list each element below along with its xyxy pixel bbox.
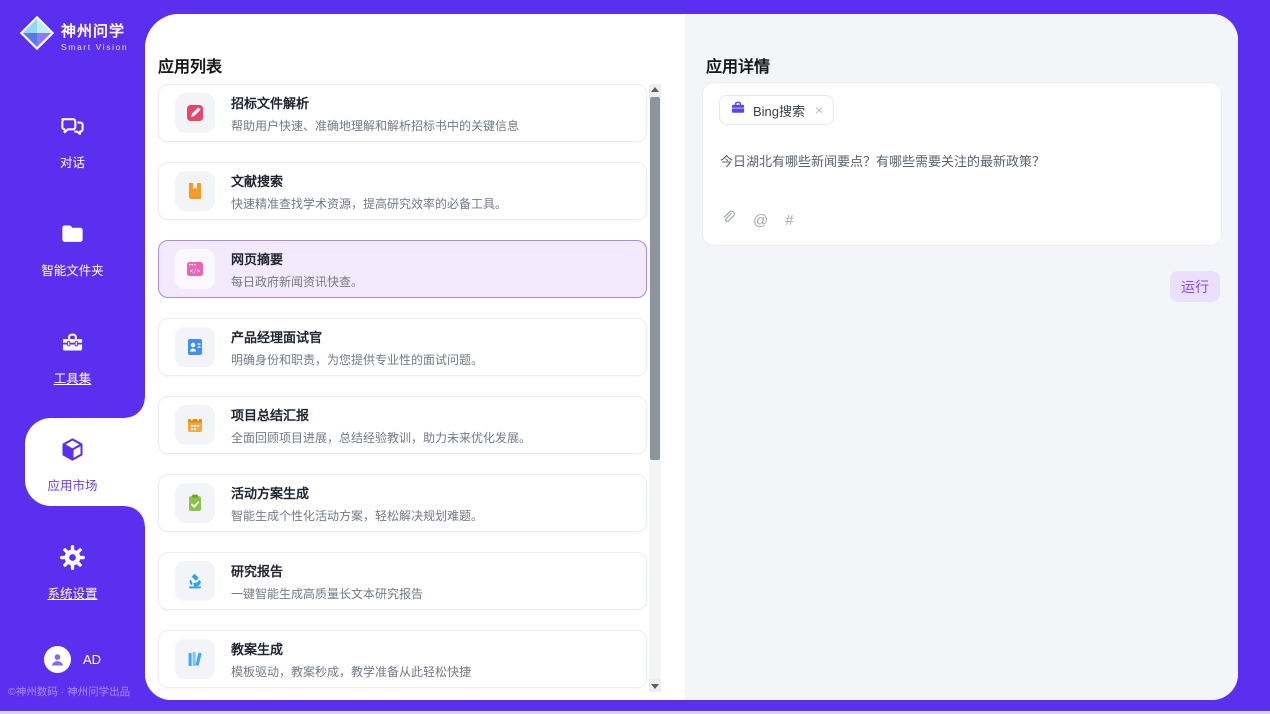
app-card-tender-parse[interactable]: 招标文件解析 帮助用户快速、准确地理解和解析招标书中的关键信息	[158, 84, 647, 142]
scrollbar-thumb[interactable]	[650, 97, 660, 460]
app-card-name: 网页摘要	[231, 249, 363, 268]
tender-edit-icon	[175, 93, 215, 133]
query-input[interactable]: 今日湖北有哪些新闻要点？有哪些需要关注的最新政策？	[720, 151, 1202, 170]
clipboard-check-icon	[175, 483, 215, 523]
app-card-desc: 每日政府新闻资讯快查。	[231, 273, 363, 290]
sidebar-item-toolset[interactable]: 工具集	[0, 329, 145, 387]
app-card-desc: 帮助用户快速、准确地理解和解析招标书中的关键信息	[231, 117, 519, 134]
brand-logo-icon	[19, 15, 55, 56]
prompt-editor-card: Bing搜索 × 今日湖北有哪些新闻要点？有哪些需要关注的最新政策？ @ #	[702, 82, 1222, 246]
avatar	[44, 646, 71, 673]
scrollbar-up-button[interactable]	[649, 84, 661, 97]
brand-subtitle: Smart Vision	[61, 42, 128, 52]
app-card-name: 招标文件解析	[231, 93, 519, 112]
app-card-name: 项目总结汇报	[231, 405, 531, 424]
app-card-desc: 明确身份和职责，为您提供专业性的面试问题。	[231, 351, 483, 368]
briefcase-icon	[730, 100, 746, 121]
brand-logo: 神州问学 Smart Vision	[19, 15, 128, 56]
sidebar-item-settings-label: 系统设置	[47, 583, 97, 602]
run-button[interactable]: 运行	[1170, 271, 1220, 302]
app-card-desc: 模板驱动，教案秒成，教学准备从此轻松快捷	[231, 663, 471, 680]
book-icon	[175, 171, 215, 211]
main-content: 应用列表 招标文件解析 帮助用户快速、准确地理解和解析招标书中的关键信息	[145, 14, 1238, 700]
hash-icon[interactable]: #	[785, 212, 793, 229]
app-card-desc: 一键智能生成高质量长文本研究报告	[231, 585, 423, 602]
books-icon	[175, 639, 215, 679]
app-card-literature-search[interactable]: 文献搜索 快速精准查找学术资源，提高研究效率的必备工具。	[158, 162, 647, 220]
app-card-desc: 快速精准查找学术资源，提高研究效率的必备工具。	[231, 195, 507, 212]
sidebar-item-app-market[interactable]: 应用市场	[0, 436, 145, 494]
app-card-web-summary[interactable]: </> 网页摘要 每日政府新闻资讯快查。	[158, 240, 647, 298]
app-card-desc: 智能生成个性化活动方案，轻松解决规划难题。	[231, 507, 483, 524]
app-card-project-summary[interactable]: 项目总结汇报 全面回顾项目进展，总结经验教训，助力未来优化发展。	[158, 396, 647, 454]
sidebar-item-app-market-label: 应用市场	[47, 475, 97, 494]
toolbox-icon	[59, 329, 86, 361]
app-card-event-plan[interactable]: 活动方案生成 智能生成个性化活动方案，轻松解决规划难题。	[158, 474, 647, 532]
tool-tag-bing-search: Bing搜索 ×	[719, 95, 834, 125]
app-card-desc: 全面回顾项目进展，总结经验教训，助力未来优化发展。	[231, 429, 531, 446]
app-card-name: 产品经理面试官	[231, 327, 483, 346]
attachment-icon[interactable]	[720, 209, 736, 231]
sidebar-item-toolset-label: 工具集	[54, 368, 92, 387]
editor-toolbar: @ #	[720, 209, 794, 231]
user-account[interactable]: AD	[0, 646, 145, 673]
calendar-icon	[175, 405, 215, 445]
sidebar-item-chat-label: 对话	[60, 152, 85, 171]
sidebar-item-smart-folder-label: 智能文件夹	[41, 260, 104, 279]
tag-close-icon[interactable]: ×	[815, 103, 823, 117]
sidebar-item-smart-folder[interactable]: 智能文件夹	[0, 221, 145, 279]
app-card-name: 研究报告	[231, 561, 423, 580]
app-card-name: 教案生成	[231, 639, 471, 658]
app-list-panel: 应用列表 招标文件解析 帮助用户快速、准确地理解和解析招标书中的关键信息	[145, 14, 685, 700]
person-doc-icon	[175, 327, 215, 367]
scrollbar-down-button[interactable]	[649, 679, 661, 692]
app-card-lesson-plan[interactable]: 教案生成 模板驱动，教案秒成，教学准备从此轻松快捷	[158, 630, 647, 688]
app-detail-panel: 应用详情 Bing搜索 × 今日湖北有哪些新闻要点？有哪些需要关注的最新政策？	[685, 14, 1238, 700]
svg-text:</>: </>	[190, 268, 201, 275]
app-list-scrollbar	[649, 84, 661, 692]
sidebar-item-chat[interactable]: 对话	[0, 113, 145, 171]
chat-icon	[59, 113, 86, 145]
folder-icon	[59, 221, 86, 253]
app-card-list: 招标文件解析 帮助用户快速、准确地理解和解析招标书中的关键信息 文献搜索 快速精…	[158, 84, 647, 700]
app-card-research-report[interactable]: 研究报告 一键智能生成高质量长文本研究报告	[158, 552, 647, 610]
brand-name: 神州问学	[61, 20, 128, 41]
user-initials: AD	[83, 652, 101, 667]
microscope-icon	[175, 561, 215, 601]
app-detail-title: 应用详情	[706, 53, 770, 77]
sidebar-item-settings[interactable]: 系统设置	[0, 544, 145, 602]
app-list-title: 应用列表	[158, 53, 222, 77]
cube-icon	[59, 436, 86, 468]
gear-icon	[59, 544, 86, 576]
mention-icon[interactable]: @	[753, 212, 768, 229]
app-card-name: 文献搜索	[231, 171, 507, 190]
copyright-text: ©神州数码 · 神州问学出品	[8, 684, 130, 699]
app-card-name: 活动方案生成	[231, 483, 483, 502]
tool-tag-label: Bing搜索	[753, 101, 805, 120]
app-card-pm-interviewer[interactable]: 产品经理面试官 明确身份和职责，为您提供专业性的面试问题。	[158, 318, 647, 376]
browser-code-icon: </>	[175, 249, 215, 289]
